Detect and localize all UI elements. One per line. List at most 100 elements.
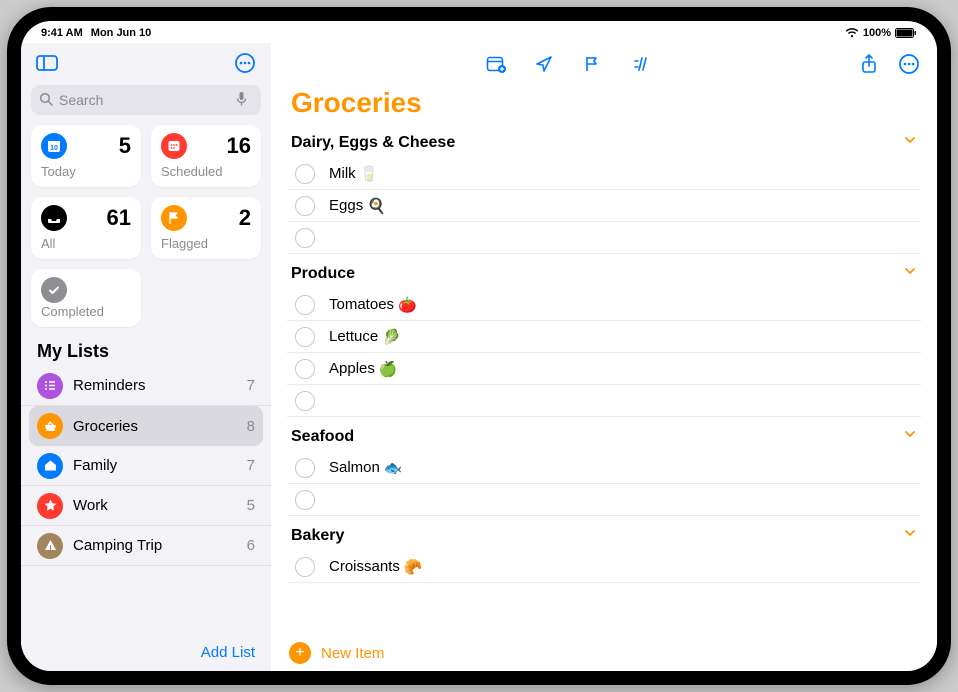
- list-row-reminders[interactable]: Reminders7: [21, 366, 271, 406]
- status-date: Mon Jun 10: [91, 27, 152, 39]
- tile-scheduled-count: 16: [227, 133, 251, 159]
- emoji-icon: 🥐: [404, 558, 423, 576]
- reminder-item[interactable]: Salmon 🐟: [287, 452, 921, 484]
- completion-circle[interactable]: [295, 458, 315, 478]
- location-button[interactable]: [530, 52, 558, 76]
- section-header[interactable]: Seafood: [287, 423, 921, 452]
- reminder-item[interactable]: Tomatoes 🍅: [287, 289, 921, 321]
- list-row-work[interactable]: Work 5: [21, 486, 271, 526]
- chevron-down-icon[interactable]: [903, 427, 917, 446]
- reminder-text[interactable]: Eggs 🍳: [327, 197, 917, 215]
- more-sidebar-button[interactable]: [231, 51, 259, 75]
- share-button[interactable]: [855, 52, 883, 76]
- reminder-text[interactable]: [327, 229, 917, 247]
- basket-icon: [37, 413, 63, 439]
- reminder-item-empty[interactable]: [287, 484, 921, 516]
- tile-flagged[interactable]: 2 Flagged: [151, 197, 261, 259]
- status-battery-pct: 100%: [863, 27, 891, 39]
- reminder-item[interactable]: Eggs 🍳: [287, 190, 921, 222]
- completion-circle[interactable]: [295, 295, 315, 315]
- reminder-item[interactable]: Milk 🥛: [287, 158, 921, 190]
- tile-scheduled[interactable]: 16 Scheduled: [151, 125, 261, 187]
- list-title: Groceries: [271, 81, 937, 129]
- section-header[interactable]: Produce: [287, 260, 921, 289]
- flag-icon: [161, 205, 187, 231]
- emoji-icon: 🍅: [398, 296, 417, 314]
- sidebar: Search 10 5 Today: [21, 43, 271, 671]
- inbox-icon: [41, 205, 67, 231]
- tile-scheduled-label: Scheduled: [161, 164, 251, 179]
- reminder-text[interactable]: Tomatoes 🍅: [327, 296, 917, 314]
- chevron-down-icon[interactable]: [903, 133, 917, 152]
- chevron-down-icon[interactable]: [903, 264, 917, 283]
- app-container: Search 10 5 Today: [21, 43, 937, 671]
- emoji-icon: 🐟: [384, 459, 403, 477]
- lists-container: Reminders7Groceries8Family7 Work 5 Camping …: [21, 366, 271, 633]
- list-count: 7: [247, 377, 255, 394]
- list-icon: [37, 373, 63, 399]
- reminder-text[interactable]: Croissants 🥐: [327, 558, 917, 576]
- reminders-content[interactable]: Dairy, Eggs & Cheese Milk 🥛 Eggs 🍳 Produce T…: [271, 129, 937, 635]
- star-icon: [37, 493, 63, 519]
- status-bar: 9:41 AM Mon Jun 10 100%: [21, 21, 937, 43]
- sidebar-toolbar: [21, 43, 271, 79]
- completion-circle[interactable]: [295, 228, 315, 248]
- reminder-text[interactable]: [327, 491, 917, 509]
- completion-circle[interactable]: [295, 359, 315, 379]
- emoji-icon: 🥛: [360, 165, 379, 183]
- list-row-groceries[interactable]: Groceries8: [29, 406, 263, 446]
- completion-circle[interactable]: [295, 164, 315, 184]
- list-name: Work: [73, 497, 108, 514]
- tile-today[interactable]: 10 5 Today: [31, 125, 141, 187]
- tent-icon: [37, 533, 63, 559]
- completion-circle[interactable]: [295, 196, 315, 216]
- search-input[interactable]: Search: [31, 85, 261, 115]
- list-count: 5: [247, 497, 255, 514]
- reminder-text[interactable]: [327, 392, 917, 410]
- main-toolbar: [271, 43, 937, 81]
- add-list-label: Add List: [201, 644, 255, 661]
- completion-circle[interactable]: [295, 327, 315, 347]
- list-count: 8: [247, 418, 255, 435]
- section-header[interactable]: Dairy, Eggs & Cheese: [287, 129, 921, 158]
- reminder-item-empty[interactable]: [287, 385, 921, 417]
- completion-circle[interactable]: [295, 557, 315, 577]
- completion-circle[interactable]: [295, 391, 315, 411]
- section-header[interactable]: Bakery: [287, 522, 921, 551]
- reminder-text[interactable]: Apples 🍏: [327, 360, 917, 378]
- list-count: 6: [247, 537, 255, 554]
- chevron-down-icon[interactable]: [903, 526, 917, 545]
- list-count: 7: [247, 457, 255, 474]
- more-button[interactable]: [895, 52, 923, 76]
- section-seafood: Seafood Salmon 🐟: [287, 423, 921, 516]
- search-icon: [39, 92, 59, 109]
- search-placeholder: Search: [59, 92, 236, 108]
- reminder-text[interactable]: Salmon 🐟: [327, 459, 917, 477]
- calendar-add-button[interactable]: [482, 52, 510, 76]
- reminder-text[interactable]: Lettuce 🥬: [327, 328, 917, 346]
- tile-all-label: All: [41, 236, 131, 251]
- tile-today-count: 5: [119, 133, 131, 159]
- emoji-icon: 🍏: [379, 360, 398, 378]
- new-item-button[interactable]: + New Item: [271, 635, 937, 671]
- calendar-icon: 10: [41, 133, 67, 159]
- mic-icon[interactable]: [236, 91, 253, 110]
- list-row-family[interactable]: Family7: [21, 446, 271, 486]
- add-list-button[interactable]: Add List: [21, 633, 271, 671]
- completion-circle[interactable]: [295, 490, 315, 510]
- reminder-text[interactable]: Milk 🥛: [327, 165, 917, 183]
- reminder-item-empty[interactable]: [287, 222, 921, 254]
- section-title: Produce: [291, 265, 355, 283]
- section-bakery: Bakery Croissants 🥐: [287, 522, 921, 583]
- tile-completed[interactable]: Completed: [31, 269, 141, 327]
- flag-button[interactable]: [578, 52, 606, 76]
- reminder-item[interactable]: Croissants 🥐: [287, 551, 921, 583]
- section-produce: Produce Tomatoes 🍅 Lettuce 🥬 Apples 🍏: [287, 260, 921, 417]
- section-dairy-eggs-cheese: Dairy, Eggs & Cheese Milk 🥛 Eggs 🍳: [287, 129, 921, 254]
- reminder-item[interactable]: Lettuce 🥬: [287, 321, 921, 353]
- tile-all[interactable]: 61 All: [31, 197, 141, 259]
- toggle-sidebar-button[interactable]: [33, 51, 61, 75]
- reminder-item[interactable]: Apples 🍏: [287, 353, 921, 385]
- list-row-camping-trip[interactable]: Camping Trip6: [21, 526, 271, 566]
- tag-button[interactable]: [626, 52, 654, 76]
